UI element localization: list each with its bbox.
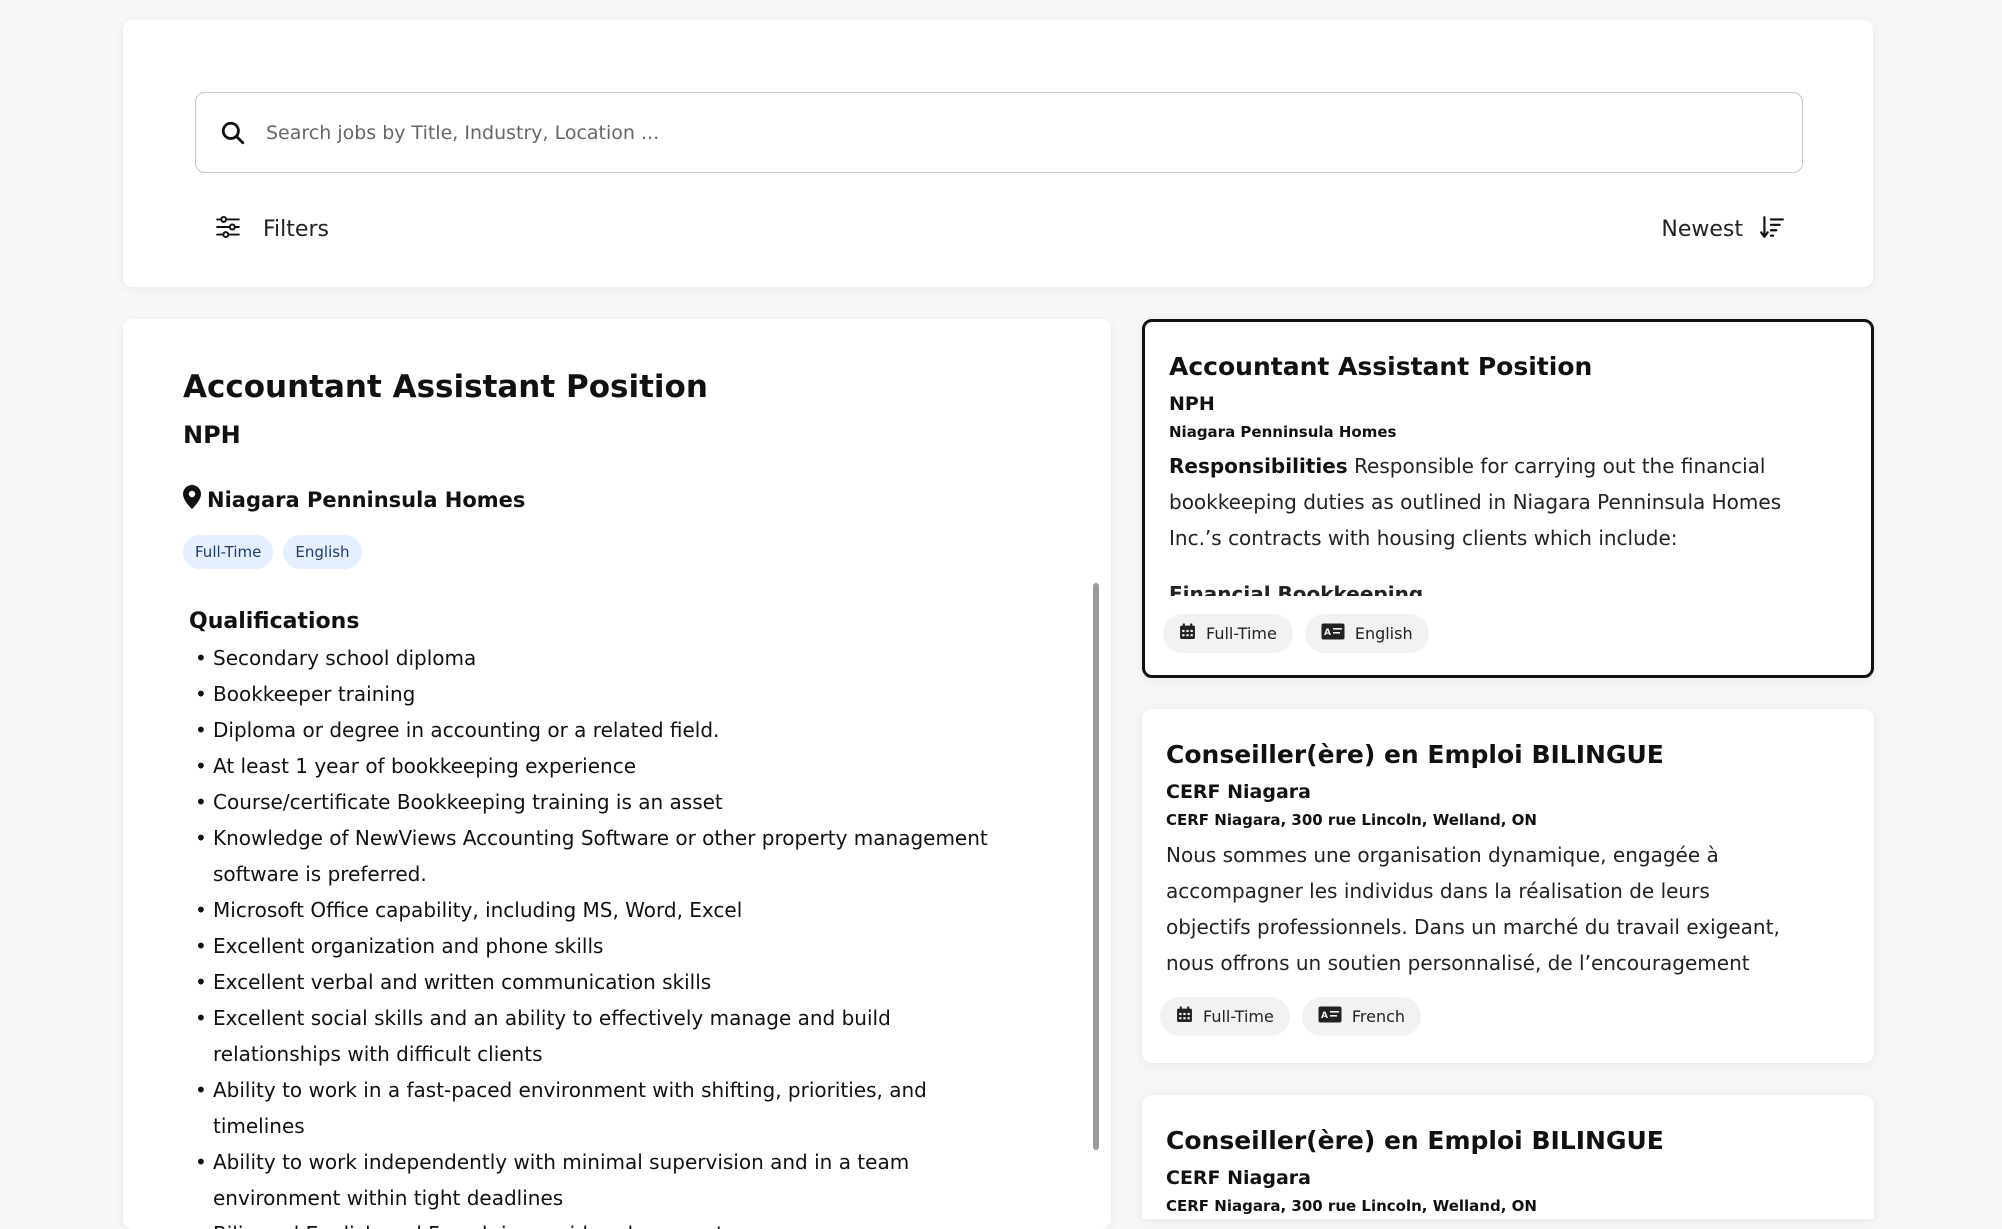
search-input[interactable] (266, 121, 1802, 144)
list-item: Bookkeeper training (183, 676, 1003, 712)
list-item: Microsoft Office capability, including M… (183, 892, 1003, 928)
job-card[interactable]: Conseiller(ère) en Emploi BILINGUE CERF … (1142, 1095, 1874, 1219)
list-item: Knowledge of NewViews Accounting Softwar… (183, 820, 1003, 892)
job-card-description: Nous sommes une organisation dynamique, … (1166, 843, 1780, 975)
job-detail-company: NPH (183, 421, 241, 449)
sort-button[interactable]: Newest (1661, 214, 1785, 244)
job-card-description-heading: Responsibilities (1169, 454, 1348, 478)
language-tag-label: English (1354, 624, 1413, 643)
language-tag-label: French (1351, 1007, 1406, 1026)
job-type-badge: Full-Time (183, 535, 274, 569)
language-badge: English (283, 535, 362, 569)
list-item: Ability to work in a fast-paced environm… (183, 1072, 1003, 1144)
filters-button[interactable]: Filters (215, 214, 329, 244)
job-detail-panel: Accountant Assistant Position NPH Niagar… (123, 319, 1111, 1229)
job-card-company: CERF Niagara (1166, 781, 1311, 803)
job-card-title: Accountant Assistant Position (1169, 352, 1593, 381)
job-card-location: CERF Niagara, 300 rue Lincoln, Welland, … (1166, 811, 1537, 829)
filters-label: Filters (263, 216, 329, 242)
job-type-tag-label: Full-Time (1206, 624, 1277, 643)
search-box[interactable] (195, 92, 1803, 173)
qualifications-list: Secondary school diploma Bookkeeper trai… (183, 640, 1003, 1229)
language-icon: A (1321, 623, 1345, 644)
calendar-icon (1179, 623, 1196, 644)
calendar-icon (1176, 1006, 1193, 1027)
list-item: Diploma or degree in accounting or a rel… (183, 712, 1003, 748)
language-tag: A English (1304, 614, 1429, 653)
list-item: Ability to work independently with minim… (183, 1144, 1003, 1216)
job-card[interactable]: Conseiller(ère) en Emploi BILINGUE CERF … (1142, 709, 1874, 1063)
job-card-company: NPH (1169, 393, 1215, 415)
sort-descending-icon (1759, 214, 1785, 244)
job-type-tag: Full-Time (1160, 997, 1290, 1036)
job-card-title: Conseiller(ère) en Emploi BILINGUE (1166, 1126, 1664, 1155)
list-item: At least 1 year of bookkeeping experienc… (183, 748, 1003, 784)
job-card-selected[interactable]: Accountant Assistant Position NPH Niagar… (1142, 319, 1874, 678)
job-card-location: Niagara Penninsula Homes (1169, 423, 1397, 441)
job-detail-tags: Full-Time English (183, 535, 362, 569)
job-card-company: CERF Niagara (1166, 1167, 1311, 1189)
job-card-tags: Full-Time A English (1163, 614, 1429, 653)
job-detail-content: Qualifications Secondary school diploma … (183, 609, 1003, 1229)
svg-text:A: A (1324, 628, 1331, 638)
sliders-icon (215, 214, 241, 244)
list-item: Excellent social skills and an ability t… (183, 1000, 1003, 1072)
detail-scrollbar[interactable] (1093, 583, 1099, 1150)
search-panel: Filters Newest (123, 20, 1873, 287)
job-detail-title: Accountant Assistant Position (183, 369, 708, 405)
list-item: Excellent organization and phone skills (183, 928, 1003, 964)
list-item: Bilingual English and French is consider… (183, 1216, 1003, 1229)
job-card-description-overflow: Financial Bookkeeping (1169, 582, 1424, 596)
list-item: Excellent verbal and written communicati… (183, 964, 1003, 1000)
job-type-tag-label: Full-Time (1203, 1007, 1274, 1026)
job-card-tags: Full-Time A French (1160, 997, 1422, 1036)
job-detail-location: Niagara Penninsula Homes (183, 485, 525, 514)
list-item: Secondary school diploma (183, 640, 1003, 676)
job-card-location: CERF Niagara, 300 rue Lincoln, Welland, … (1166, 1197, 1537, 1215)
job-detail-location-text: Niagara Penninsula Homes (207, 487, 526, 512)
sort-label: Newest (1661, 216, 1743, 242)
job-type-tag: Full-Time (1163, 614, 1293, 653)
job-card-title: Conseiller(ère) en Emploi BILINGUE (1166, 740, 1664, 769)
qualifications-heading: Qualifications (189, 609, 360, 634)
job-card-description: Responsibilities Responsible for carryin… (1169, 448, 1789, 596)
language-icon: A (1318, 1006, 1342, 1027)
search-icon (218, 118, 248, 148)
language-tag: A French (1301, 997, 1422, 1036)
map-pin-icon (183, 485, 201, 514)
list-item: Course/certificate Bookkeeping training … (183, 784, 1003, 820)
svg-text:A: A (1321, 1011, 1328, 1021)
